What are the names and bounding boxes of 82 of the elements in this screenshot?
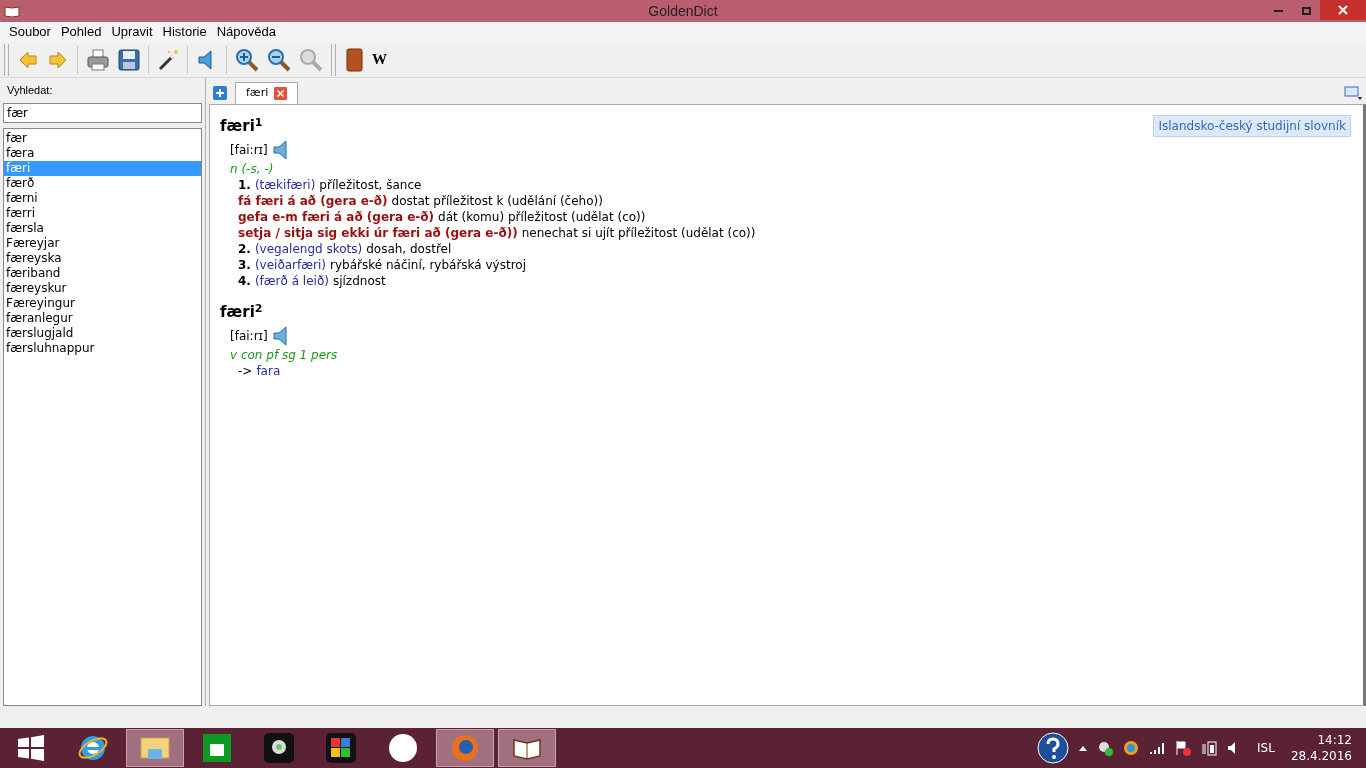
sense-note: (veiðarfæri) <box>254 257 326 273</box>
flag-icon[interactable] <box>1175 740 1192 756</box>
language-indicator[interactable]: ISL <box>1257 739 1275 757</box>
word-list-item[interactable]: færa <box>4 145 201 161</box>
circle-logo-icon <box>388 733 418 763</box>
grammar-info: n (-s, -) <box>230 161 275 177</box>
sense-number: 3. <box>238 257 251 273</box>
translation: rybářské náčiní, rybářská výstroj <box>330 257 526 273</box>
signal-icon[interactable] <box>1149 742 1166 754</box>
word-list-item[interactable]: færsla <box>4 220 201 236</box>
open-book-icon <box>512 736 542 760</box>
word-list-item[interactable]: Færeyingur <box>4 295 201 311</box>
headword: færi$^{2}$ <box>220 301 263 323</box>
browser-e-icon <box>78 733 108 763</box>
book-icon[interactable] <box>344 47 364 72</box>
close-button[interactable] <box>1320 0 1366 20</box>
wiki-button[interactable]: W <box>372 48 387 71</box>
book-icon <box>4 5 20 17</box>
menu-item[interactable]: Nápověda <box>211 22 281 42</box>
printer-icon[interactable] <box>86 47 110 72</box>
close-icon[interactable] <box>274 87 288 100</box>
circle-icon[interactable] <box>1123 740 1140 756</box>
word-list-item[interactable]: fær <box>4 130 201 146</box>
sense-number: 1. <box>238 177 251 193</box>
pronunciation: [fai:rɪ] <box>230 328 268 345</box>
reference-arrow: -> <box>238 363 253 379</box>
word-list-item[interactable]: færeyskur <box>4 280 201 296</box>
zoom-in-icon[interactable] <box>235 47 259 72</box>
windows-logo-icon <box>18 735 44 761</box>
menu-item[interactable]: Pohled <box>55 22 107 42</box>
pronunciation: [fai:rɪ] <box>230 142 268 159</box>
caret-up-icon[interactable] <box>1079 745 1088 751</box>
clock-time: 14:12 <box>1317 732 1352 748</box>
taskbar-button[interactable] <box>498 729 556 767</box>
puzzle-pieces-icon <box>326 733 356 763</box>
webcam-icon <box>264 733 294 763</box>
word-list-item[interactable]: færiband <box>4 265 201 281</box>
menu-item[interactable]: Historie <box>157 22 212 42</box>
window-title: GoldenDict <box>648 1 718 21</box>
battery-icon[interactable] <box>1201 740 1218 756</box>
word-list-item[interactable]: færð <box>4 175 201 191</box>
menu-item[interactable]: Upravit <box>106 22 158 42</box>
clock-date: 28.4.2016 <box>1290 748 1352 764</box>
new-tab-icon[interactable] <box>213 86 227 100</box>
windows-list-icon[interactable] <box>1344 86 1362 100</box>
magic-wand-icon[interactable] <box>157 48 179 71</box>
word-list-item[interactable]: færni <box>4 190 201 206</box>
translation: příležitost, šance <box>319 177 422 193</box>
help-icon[interactable] <box>1037 732 1070 764</box>
translation: sjízdnost <box>332 273 386 289</box>
sense-note: (tækifæri) <box>254 177 316 193</box>
word-list-item[interactable]: færsluhnappur <box>4 340 201 356</box>
word-list-item[interactable]: færeyska <box>4 250 201 266</box>
search-field[interactable]: fær <box>3 102 202 123</box>
menu-item[interactable]: Soubor <box>4 22 56 42</box>
word-list-item[interactable]: Færeyjar <box>4 235 201 251</box>
word-list-item[interactable]: færri <box>4 205 201 221</box>
clock[interactable]: 14:12 28.4.2016 <box>1290 732 1352 764</box>
tab[interactable]: færi <box>235 82 299 104</box>
translation: nenechat si ujít příležitost (udělat (co)) <box>521 225 756 241</box>
sense-number: 4. <box>238 273 251 289</box>
idiom: setja / sitja sig ekki úr færi að (gera e-ð)) <box>238 225 518 241</box>
translation: dosah, dostřel <box>366 241 452 257</box>
sense-number: 2. <box>238 241 251 257</box>
translation: dát (komu) příležitost (udělat (co)) <box>438 209 646 225</box>
idiom: gefa e-m færi á að (gera e-ð) <box>238 209 435 225</box>
reference-link[interactable]: fara <box>256 363 281 379</box>
dictionary-name[interactable]: Islandsko-český studijní slovník <box>1153 115 1351 137</box>
sense-note: (færð á leið) <box>254 273 329 289</box>
close-icon <box>1338 5 1348 15</box>
tab-label: færi <box>246 85 269 102</box>
word-list-item[interactable]: færanlegur <box>4 310 201 326</box>
headword: færi$^{1}$ <box>220 115 263 137</box>
zoom-out-icon[interactable] <box>267 47 291 72</box>
sense-note: (vegalengd skots) <box>254 241 363 257</box>
translation: dostat příležitost k (udělání (čeho)) <box>391 193 603 209</box>
idiom: fá færi á að (gera e-ð) <box>238 193 388 209</box>
folder-icon <box>140 735 170 761</box>
word-list-item[interactable]: færslugjald <box>4 325 201 341</box>
grammar-info: v con pf sg 1 pers <box>230 347 339 363</box>
search-label: Vyhledat: <box>7 83 54 98</box>
fox-globe-icon <box>450 733 480 763</box>
